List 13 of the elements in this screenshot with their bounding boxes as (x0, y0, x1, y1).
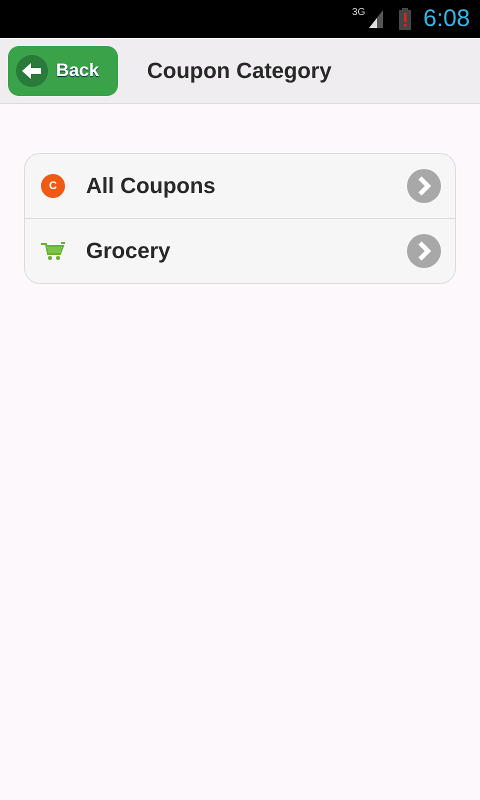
coupon-icon: C (41, 174, 65, 198)
category-label: All Coupons (86, 173, 217, 199)
signal-icon (369, 10, 384, 28)
cart-icon (41, 241, 65, 261)
page-title: Coupon Category (147, 58, 332, 84)
category-item[interactable]: Grocery (25, 218, 455, 283)
category-item[interactable]: C All Coupons (25, 154, 455, 218)
battery-icon (399, 8, 412, 30)
chevron-right-icon (407, 169, 441, 203)
category-label: Grocery (86, 238, 172, 264)
clock-time: 6:08 (423, 5, 470, 33)
chevron-right-icon (407, 234, 441, 268)
network-type: 3G (352, 7, 366, 18)
